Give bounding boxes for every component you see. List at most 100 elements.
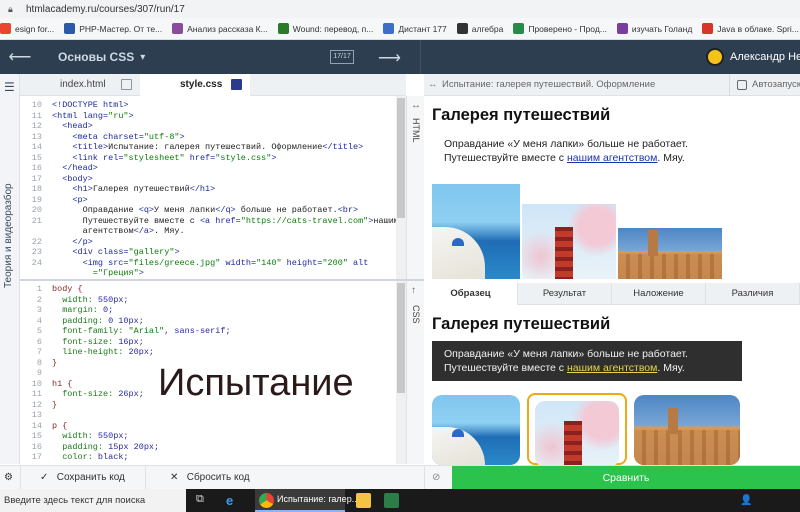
code-token: > (138, 268, 144, 278)
menu-icon[interactable]: ☰ (4, 80, 15, 94)
tab-sample[interactable]: Образец (424, 283, 518, 305)
bookmark-item[interactable]: изучать Голанд (616, 23, 692, 34)
code-token: 550px; (97, 431, 129, 441)
code-line[interactable]: 14 p { (20, 421, 396, 432)
up-arrow-icon[interactable]: ↑ (411, 285, 416, 296)
code-token: 20px; (128, 347, 155, 357)
code-line[interactable]: 7 line-height: 20px; (20, 347, 396, 358)
code-line[interactable]: 23 <div class="gallery"> (20, 247, 396, 258)
expand-arrow-icon[interactable]: ↔ (411, 100, 421, 111)
code-line[interactable]: 19 <p> (20, 195, 396, 206)
bookmark-item[interactable]: Java в облаке. Spri... (702, 23, 799, 34)
editor-splitter[interactable] (20, 279, 424, 281)
code-line[interactable]: 16 </head> (20, 163, 396, 174)
bookmark-label: Анализ рассказа К... (187, 23, 268, 34)
app-header: ⟵ Основы CSS ▾ 17/17 ⟶ Александр Несте (0, 40, 800, 74)
code-line[interactable]: ="Греция"> (20, 268, 396, 278)
bookmark-item[interactable]: Wound: перевод, п... (277, 23, 373, 34)
next-arrow-icon[interactable]: ⟶ (378, 48, 401, 68)
code-line[interactable]: 22 </p> (20, 237, 396, 248)
html-editor-scrollbar[interactable] (396, 96, 406, 279)
code-token: line-height: (52, 347, 129, 357)
agency-link[interactable]: нашим агентством (567, 152, 657, 164)
bookmark-item[interactable]: esign for... (0, 23, 54, 34)
code-line[interactable]: 17 color: black; (20, 452, 396, 463)
tab-overlay[interactable]: Наложение (612, 283, 706, 305)
back-arrow-icon[interactable]: ⟵ (0, 47, 40, 67)
code-line[interactable]: 3 margin: 0; (20, 305, 396, 316)
css-side-tab[interactable]: ↑ CSS (406, 281, 424, 464)
code-token: } (52, 399, 58, 410)
code-line[interactable]: 6 font-size: 16px; (20, 337, 396, 348)
code-line[interactable]: 10 <!DOCTYPE html> (20, 100, 396, 111)
code-line[interactable]: 15 width: 550px; (20, 431, 396, 442)
reset-button[interactable]: ✕ Сбросить код (170, 466, 250, 490)
html-code-editor[interactable]: 10 <!DOCTYPE html> 11 <html lang="ru"> 12 <h… (20, 100, 396, 278)
code-token: src= (108, 257, 129, 268)
code-line[interactable]: 4 padding: 0 10px; (20, 316, 396, 327)
settings-icon[interactable]: ⚙ (4, 466, 13, 490)
code-line[interactable]: 12 <head> (20, 121, 396, 132)
course-title[interactable]: Основы CSS (58, 50, 134, 64)
html-side-tab[interactable]: ↔ HTML (406, 96, 424, 279)
line-number: 4 (36, 315, 42, 326)
tab-style-css[interactable]: style.css (140, 74, 250, 96)
tab-index-html[interactable]: index.html (20, 74, 140, 96)
avatar[interactable] (706, 48, 724, 66)
tab-diff[interactable]: Различия (706, 283, 800, 305)
line-number: 18 (20, 463, 42, 465)
code-token: "gallery" (128, 247, 175, 257)
agency-link[interactable]: нашим агентством (567, 362, 657, 374)
bookmark-item[interactable]: Проверено - Прод... (513, 23, 607, 34)
code-line[interactable]: 21 Путешествуйте вместе с <a href="https… (20, 216, 396, 227)
taskbar-app-chrome[interactable]: Испытание: галер... (255, 489, 359, 512)
code-line[interactable]: 15 <link rel="stylesheet" href="style.cs… (20, 153, 396, 164)
bar-separator (424, 466, 425, 490)
compare-button[interactable]: Сравнить (452, 466, 800, 490)
edge-icon[interactable]: e (226, 493, 241, 508)
code-token: <div (52, 247, 98, 257)
bookmark-item[interactable]: Дистант 177 (383, 23, 447, 34)
store-icon[interactable] (384, 493, 399, 508)
code-line[interactable]: 24 <img src="files/greece.jpg" width="14… (20, 258, 396, 269)
tray-people-icon[interactable]: 👤 (740, 495, 752, 506)
code-line[interactable]: 5 font-family: "Arial", sans-serif; (20, 326, 396, 337)
scroll-thumb[interactable] (397, 283, 405, 393)
css-editor-scrollbar[interactable] (396, 281, 406, 464)
line-number: 15 (31, 152, 42, 163)
task-view-icon[interactable]: ⧉ (196, 493, 211, 508)
code-line[interactable]: 2 width: 550px; (20, 295, 396, 306)
bookmark-item[interactable]: Анализ рассказа К... (172, 23, 268, 34)
taskbar-search[interactable]: Введите здесь текст для поиска (0, 489, 186, 512)
theory-sidebar[interactable]: ☰ Теория и видеоразбор (0, 74, 20, 464)
bookmark-item[interactable]: PHP-Мастер. От те... (64, 23, 162, 34)
theory-video-label[interactable]: Теория и видеоразбор (3, 183, 14, 288)
bookmark-item[interactable]: алгебра (456, 23, 503, 34)
code-line[interactable]: 1 body { (20, 284, 396, 295)
code-line[interactable]: 14 <title>Испытание: галерея путешествий… (20, 142, 396, 153)
photo-tower (648, 230, 658, 257)
resize-arrows-icon[interactable]: ↔ (428, 74, 438, 96)
code-line[interactable]: 20 Оправдание <q>У меня лапки</q> больше… (20, 205, 396, 216)
help-icon[interactable]: ⊘ (432, 466, 440, 490)
code-line[interactable]: агентством</a>. Мяу. (20, 226, 396, 237)
code-token: </a> (133, 226, 155, 236)
code-token: . Мяу. (154, 226, 185, 236)
scroll-thumb[interactable] (397, 98, 405, 218)
code-line[interactable]: 13 <meta charset="utf-8"> (20, 132, 396, 143)
chevron-down-icon[interactable]: ▾ (140, 52, 145, 63)
browser-address-bar[interactable]: 🔒︎ htmlacademy.ru/courses/307/run/17 (0, 0, 800, 18)
code-line[interactable]: 18 <h1>Галерея путешествий</h1> (20, 184, 396, 195)
save-button[interactable]: ✓ Сохранить код (40, 466, 125, 490)
user-name[interactable]: Александр Несте (730, 51, 800, 63)
url-text[interactable]: htmlacademy.ru/courses/307/run/17 (26, 4, 185, 15)
tab-result[interactable]: Результат (518, 283, 612, 305)
code-line[interactable]: 11 <html lang="ru"> (20, 111, 396, 122)
code-line[interactable]: 16 padding: 15px 20px; (20, 442, 396, 453)
code-line[interactable]: 13 (20, 410, 396, 421)
autorun-checkbox[interactable] (737, 80, 747, 90)
code-line[interactable]: 18} (20, 463, 396, 465)
autorun-label[interactable]: Автозапуск (752, 74, 800, 96)
code-line[interactable]: 17 <body> (20, 174, 396, 185)
folder-icon[interactable] (356, 493, 371, 508)
